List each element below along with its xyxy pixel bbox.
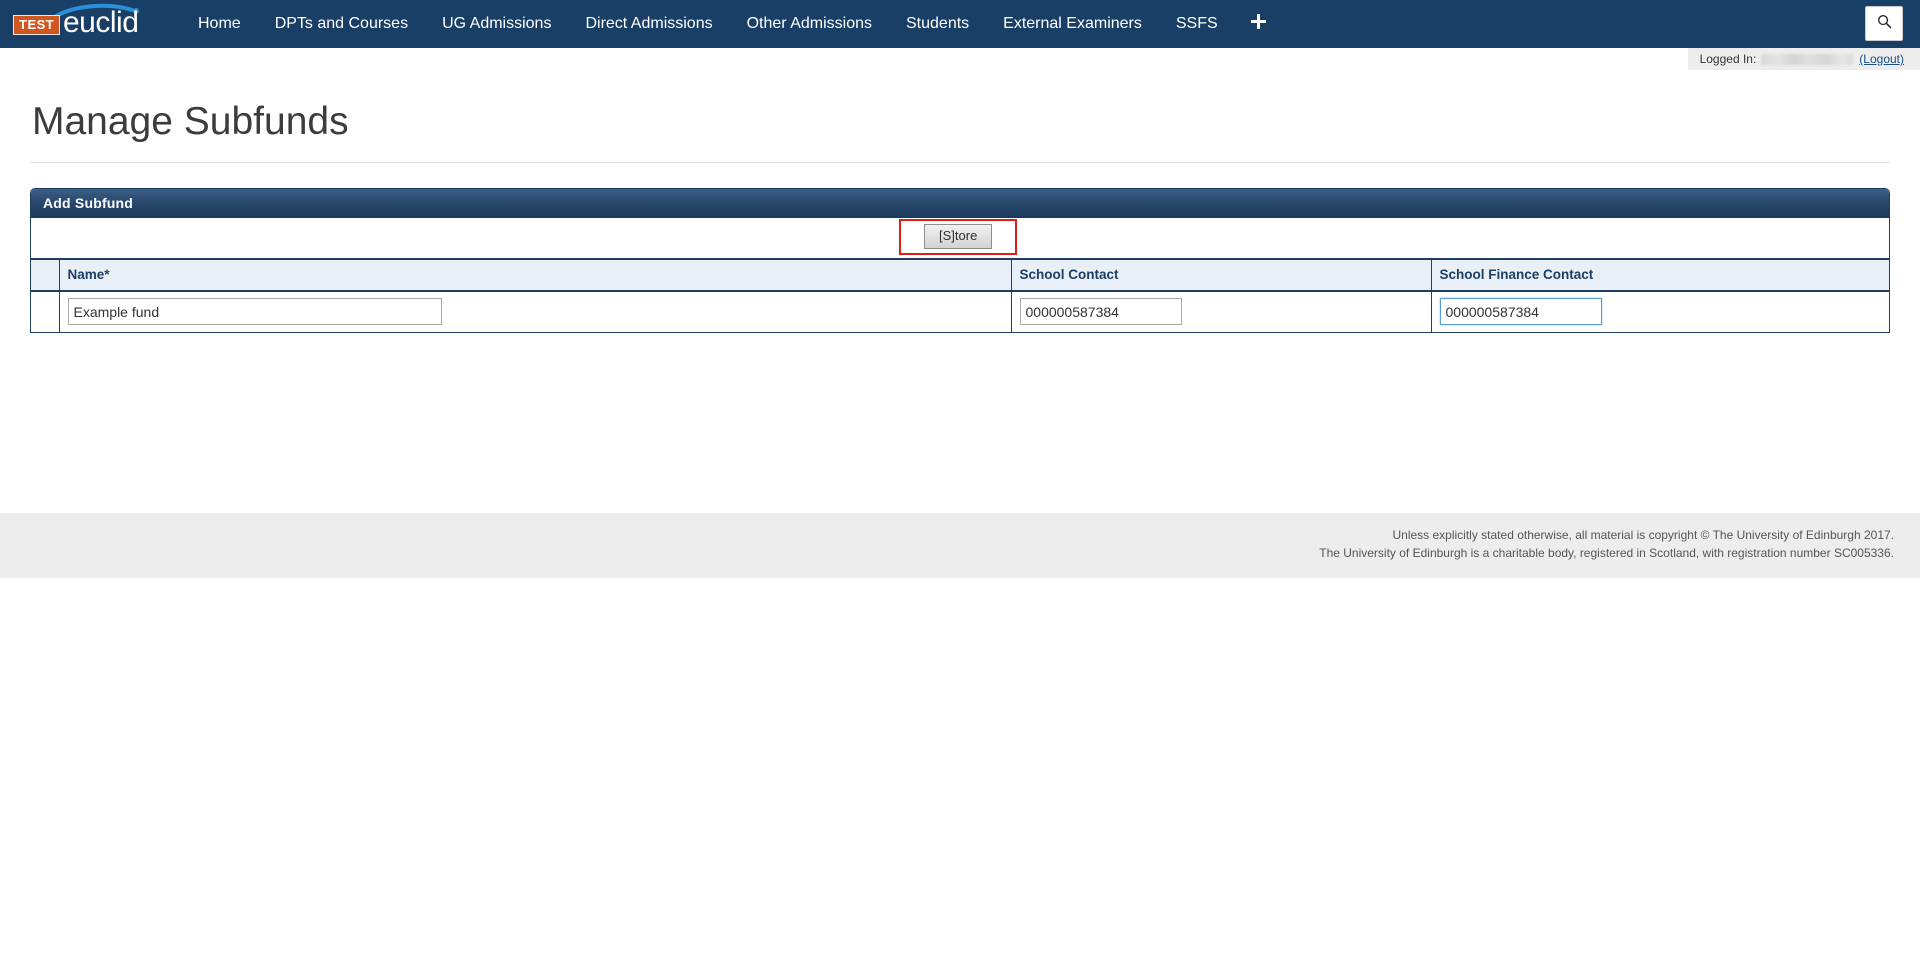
nav-item-ug-admissions[interactable]: UG Admissions: [425, 0, 568, 48]
logo-test-badge: TEST: [13, 15, 60, 35]
logged-in-label: Logged In:: [1700, 52, 1757, 66]
school-finance-contact-input[interactable]: [1440, 298, 1602, 325]
logged-in-bar: Logged In: (Logout): [0, 48, 1920, 70]
logo-wordmark: euclid: [63, 8, 138, 38]
school-finance-contact-cell: [1431, 291, 1889, 332]
title-divider: [30, 162, 1890, 163]
row-handle-cell: [31, 291, 59, 332]
euclid-logo[interactable]: TEST euclid: [8, 0, 143, 48]
plus-icon[interactable]: [1235, 0, 1282, 48]
copyright-line-2: The University of Edinburgh is a charita…: [0, 544, 1894, 562]
column-header-school-finance-contact: School Finance Contact: [1431, 260, 1889, 291]
subfunds-table: Name* School Contact School Finance Cont…: [31, 260, 1889, 332]
store-button[interactable]: [S]tore: [924, 224, 992, 249]
table-header-row: Name* School Contact School Finance Cont…: [31, 260, 1889, 291]
page-content: Manage Subfunds Add Subfund [S]tore Name…: [0, 98, 1920, 333]
table-row: [31, 291, 1889, 332]
search-button[interactable]: [1865, 6, 1903, 41]
column-header-name: Name*: [59, 260, 1011, 291]
search-icon: [1877, 14, 1892, 34]
column-header-handle: [31, 260, 59, 291]
nav-item-students[interactable]: Students: [889, 0, 986, 48]
logout-link[interactable]: (Logout): [1859, 52, 1904, 66]
logged-in-username-redacted: [1761, 54, 1853, 65]
nav-item-other-admissions[interactable]: Other Admissions: [730, 0, 889, 48]
panel-heading: Add Subfund: [31, 189, 1889, 218]
nav-item-home[interactable]: Home: [181, 0, 258, 48]
page-footer: Unless explicitly stated otherwise, all …: [0, 513, 1920, 578]
table-body: [31, 291, 1889, 332]
name-cell: [59, 291, 1011, 332]
add-subfund-panel: Add Subfund [S]tore Name* School Contact…: [30, 188, 1890, 333]
school-contact-input[interactable]: [1020, 298, 1182, 325]
page-title: Manage Subfunds: [30, 98, 1890, 146]
name-input[interactable]: [68, 298, 442, 325]
top-navigation-bar: TEST euclid Home DPTs and Courses UG Adm…: [0, 0, 1920, 48]
copyright-line-1: Unless explicitly stated otherwise, all …: [0, 526, 1894, 544]
nav-item-direct-admissions[interactable]: Direct Admissions: [568, 0, 729, 48]
panel-toolbar: [S]tore: [31, 218, 1889, 260]
column-header-school-contact: School Contact: [1011, 260, 1431, 291]
store-button-highlight: [S]tore: [899, 219, 1017, 255]
nav-link-list: Home DPTs and Courses UG Admissions Dire…: [181, 0, 1282, 48]
logged-in-inner: Logged In: (Logout): [1688, 48, 1920, 70]
nav-item-ssfs[interactable]: SSFS: [1159, 0, 1235, 48]
school-contact-cell: [1011, 291, 1431, 332]
nav-item-external-examiners[interactable]: External Examiners: [986, 0, 1159, 48]
table-header: Name* School Contact School Finance Cont…: [31, 260, 1889, 291]
nav-item-dpts-and-courses[interactable]: DPTs and Courses: [258, 0, 425, 48]
